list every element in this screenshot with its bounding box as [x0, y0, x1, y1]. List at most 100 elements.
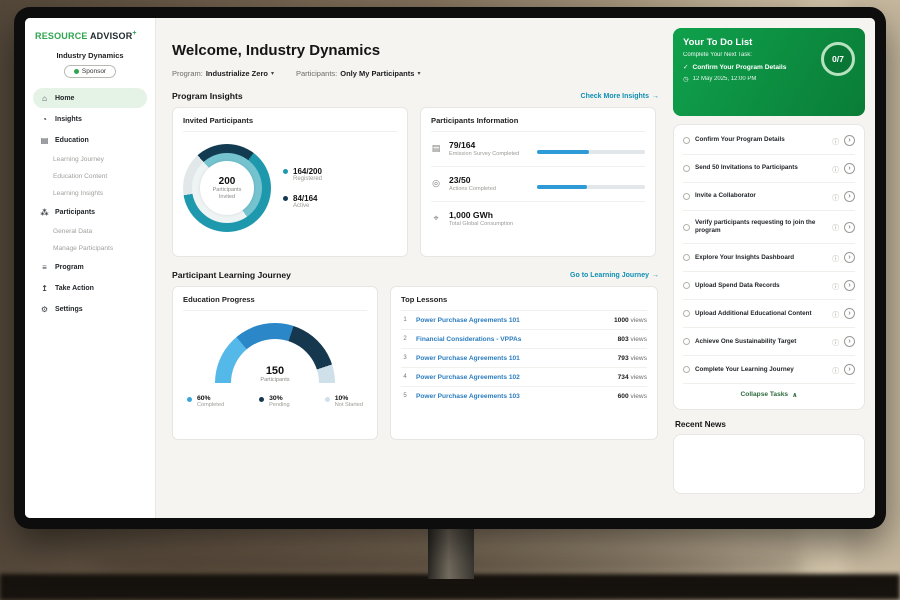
donut-center: 200 Participants Invited [183, 144, 271, 232]
task-row[interactable]: Upload Additional Educational Content ⓘ … [683, 300, 855, 328]
monitor-stand [428, 527, 474, 579]
gauge-center: 150 Participants [215, 365, 335, 383]
info-icon[interactable]: ⓘ [832, 337, 839, 347]
todo-panel: Your To Do List Complete Your Next Task:… [671, 18, 875, 518]
legend-item-completed: 60% Completed [187, 395, 224, 408]
sidebar-item-learning-journey[interactable]: Learning Journey [33, 151, 147, 167]
info-icon[interactable]: ⓘ [832, 192, 839, 202]
progress-fill [537, 150, 589, 154]
lesson-rank: 1 [401, 317, 409, 323]
participants-filter-label: Participants: [296, 69, 337, 78]
task-row[interactable]: Verify participants requesting to join t… [683, 211, 855, 244]
legend-item-registered: 164/200 Registered [283, 167, 322, 182]
lesson-rank: 4 [401, 374, 409, 380]
todo-tasks-card: Confirm Your Program Details ⓘ › Send 50… [673, 124, 865, 410]
survey-icon: ▤ [431, 143, 441, 154]
task-row[interactable]: Achieve One Sustainability Target ⓘ › [683, 328, 855, 356]
task-row[interactable]: Confirm Your Program Details ⓘ › [683, 127, 855, 155]
chevron-right-icon[interactable]: › [844, 163, 855, 174]
stat-row-actions-completed: ◎ 23/50 Actions Completed [431, 167, 645, 202]
invited-card-body: 200 Participants Invited 164/200 Registe… [183, 132, 397, 232]
chevron-right-icon[interactable]: › [844, 135, 855, 146]
todo-due: ◷ 12 May 2025, 12:00 PM [683, 75, 855, 83]
task-checkbox[interactable] [683, 254, 690, 261]
sidebar-item-participants[interactable]: ⁂ Participants [33, 202, 147, 222]
task-checkbox[interactable] [683, 338, 690, 345]
task-checkbox[interactable] [683, 137, 690, 144]
sidebar-item-education-content[interactable]: Education Content [33, 168, 147, 184]
check-more-insights-link[interactable]: Check More Insights → [581, 93, 659, 100]
lesson-views-count: 793 [618, 355, 629, 362]
sponsor-badge-label: Sponsor [82, 68, 106, 75]
sidebar-item-label: Program [55, 264, 84, 271]
program-filter[interactable]: Program: Industrialize Zero ▾ [172, 69, 274, 78]
task-row[interactable]: Upload Spend Data Records ⓘ › [683, 272, 855, 300]
info-icon[interactable]: ⓘ [832, 222, 839, 232]
arrow-right-icon: → [652, 93, 659, 100]
info-icon[interactable]: ⓘ [832, 365, 839, 375]
sidebar-item-home[interactable]: ⌂ Home [33, 88, 147, 108]
chevron-right-icon[interactable]: › [844, 252, 855, 263]
chevron-right-icon[interactable]: › [844, 191, 855, 202]
stat-label: Total Global Consumption [449, 221, 513, 228]
chevron-right-icon[interactable]: › [844, 222, 855, 233]
task-checkbox[interactable] [683, 366, 690, 373]
info-icon[interactable]: ⓘ [832, 309, 839, 319]
legend-value: 10% [335, 395, 363, 402]
lesson-link[interactable]: Power Purchase Agreements 102 [416, 374, 611, 381]
clock-icon: ◷ [683, 75, 689, 83]
education-progress-gauge: 150 Participants [215, 323, 335, 383]
task-row[interactable]: Send 50 Invitations to Participants ⓘ › [683, 155, 855, 183]
task-row[interactable]: Complete Your Learning Journey ⓘ › [683, 356, 855, 384]
task-label: Upload Additional Educational Content [695, 310, 827, 318]
task-checkbox[interactable] [683, 282, 690, 289]
info-icon[interactable]: ⓘ [832, 253, 839, 263]
gauge-label: Participants [215, 377, 335, 383]
sidebar-item-insights[interactable]: ◔ Insights [33, 109, 147, 129]
sidebar-item-program[interactable]: ≡ Program [33, 257, 147, 277]
sidebar-nav: ⌂ Home ◔ Insights ▤ Education Learning J… [33, 88, 147, 319]
stat-row-emission-survey: ▤ 79/164 Emission Survey Completed [431, 132, 645, 167]
info-icon[interactable]: ⓘ [832, 281, 839, 291]
chevron-right-icon[interactable]: › [844, 280, 855, 291]
sidebar-item-learning-insights[interactable]: Learning Insights [33, 185, 147, 201]
collapse-tasks-button[interactable]: Collapse Tasks ∧ [683, 384, 855, 407]
chevron-right-icon[interactable]: › [844, 336, 855, 347]
bulb-icon: ◔ [40, 115, 49, 124]
sidebar-item-settings[interactable]: ⚙ Settings [33, 299, 147, 319]
info-icon[interactable]: ⓘ [832, 164, 839, 174]
task-checkbox[interactable] [683, 193, 690, 200]
task-checkbox[interactable] [683, 310, 690, 317]
task-row[interactable]: Explore Your Insights Dashboard ⓘ › [683, 244, 855, 272]
stat-value: 1,000 GWh [449, 210, 513, 220]
sidebar-item-education[interactable]: ▤ Education [33, 130, 147, 150]
chevron-right-icon[interactable]: › [844, 308, 855, 319]
lesson-views-count: 600 [618, 393, 629, 400]
upload-icon: ↥ [40, 284, 49, 293]
go-to-learning-journey-link[interactable]: Go to Learning Journey → [570, 272, 659, 279]
legend-value: 84/164 [293, 194, 317, 203]
task-label: Send 50 Invitations to Participants [695, 164, 827, 172]
program-filter-label: Program: [172, 69, 203, 78]
todo-progress-ring: 0/7 [821, 42, 855, 76]
lesson-link[interactable]: Power Purchase Agreements 103 [416, 393, 611, 400]
logo-advisor: ADVISOR [90, 31, 132, 41]
task-checkbox[interactable] [683, 224, 690, 231]
legend-label: Registered [293, 176, 322, 182]
stat-row-global-consumption: ⌖ 1,000 GWh Total Global Consumption [431, 202, 645, 236]
participants-filter[interactable]: Participants: Only My Participants ▾ [296, 69, 420, 78]
chevron-right-icon[interactable]: › [844, 364, 855, 375]
info-icon[interactable]: ⓘ [832, 136, 839, 146]
sidebar-item-general-data[interactable]: General Data [33, 223, 147, 239]
lesson-link[interactable]: Power Purchase Agreements 101 [416, 317, 607, 324]
sidebar-item-manage-participants[interactable]: Manage Participants [33, 240, 147, 256]
task-checkbox[interactable] [683, 165, 690, 172]
lesson-link[interactable]: Financial Considerations - VPPAs [416, 336, 611, 343]
main-column: Welcome, Industry Dynamics Program: Indu… [156, 18, 671, 518]
lesson-link[interactable]: Power Purchase Agreements 101 [416, 355, 611, 362]
sidebar-item-take-action[interactable]: ↥ Take Action [33, 278, 147, 298]
task-row[interactable]: Invite a Collaborator ⓘ › [683, 183, 855, 211]
legend-item-not-started: 10% Not Started [325, 395, 363, 408]
invited-donut-chart: 200 Participants Invited [183, 144, 271, 232]
sponsor-badge[interactable]: Sponsor [64, 65, 116, 78]
